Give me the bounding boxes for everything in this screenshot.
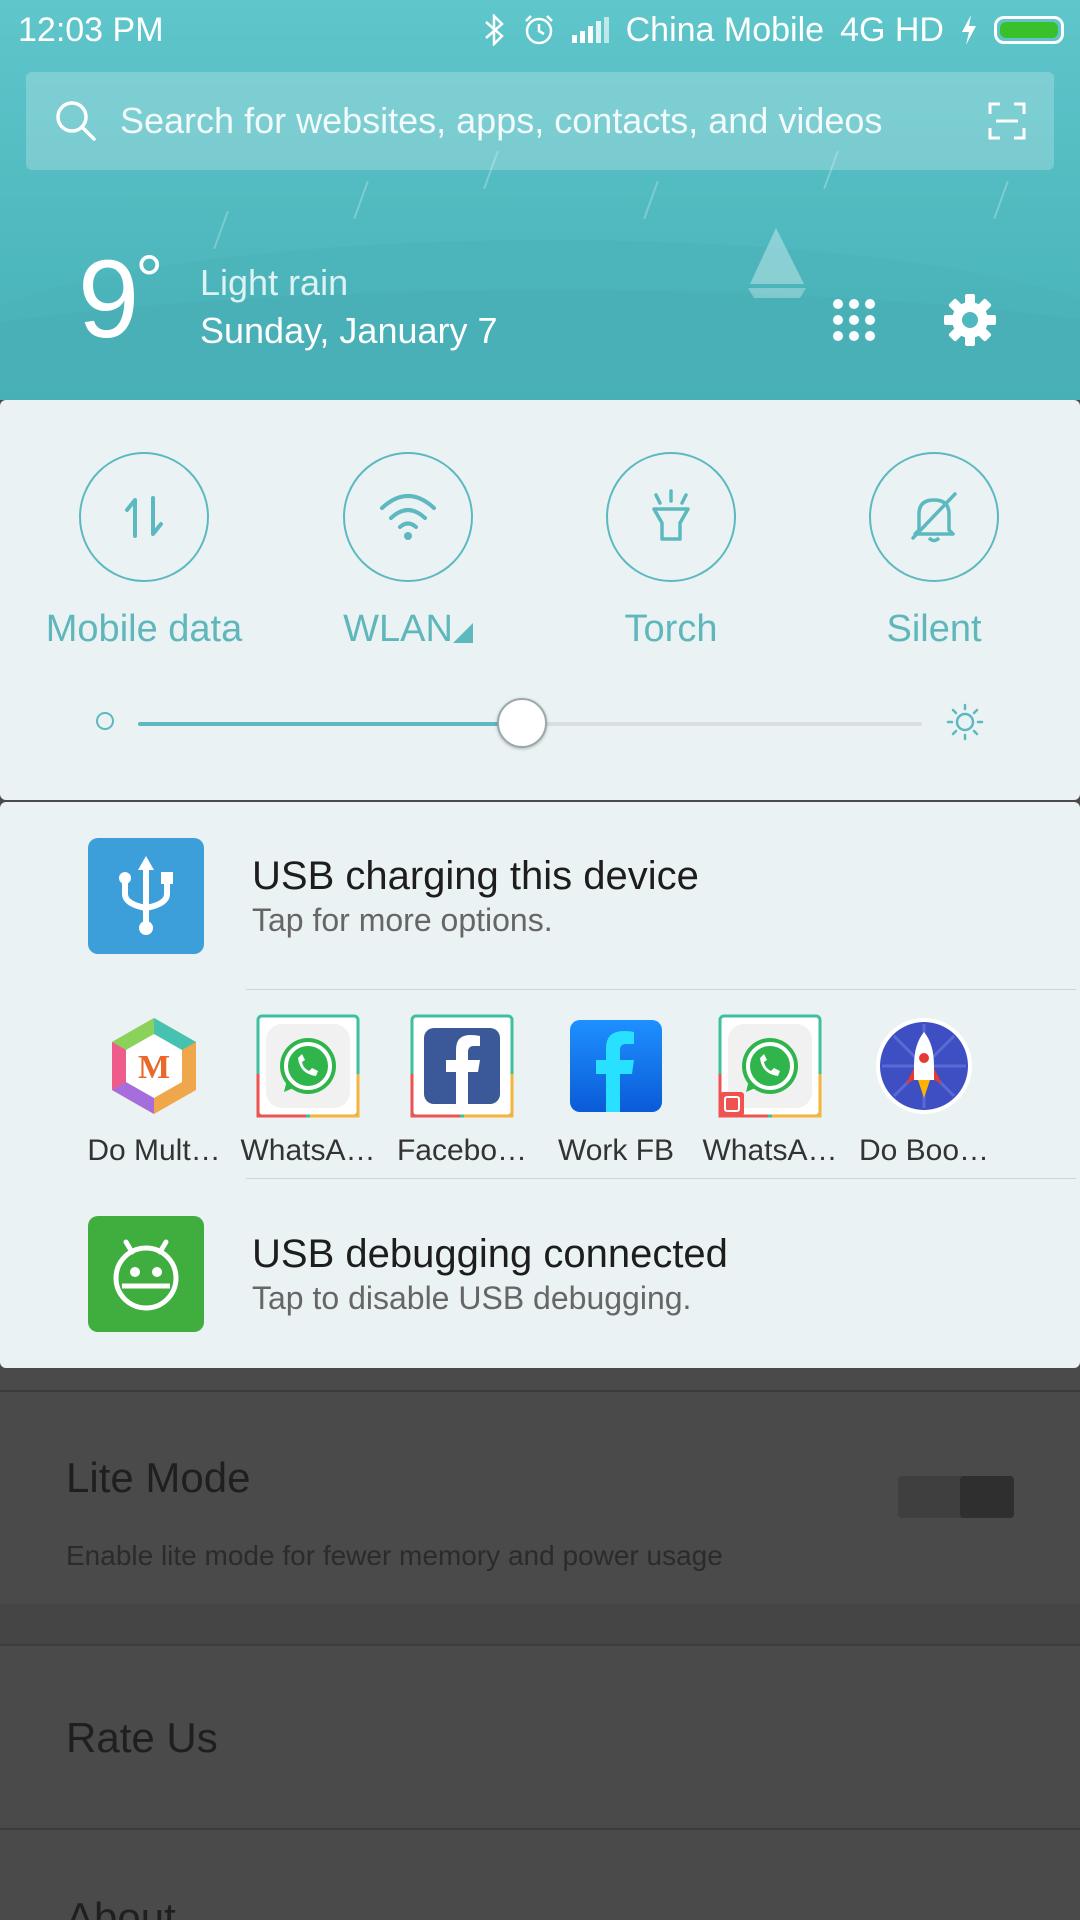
whatsapp-clone-icon	[718, 1014, 822, 1118]
temperature-value: 9	[78, 238, 139, 361]
app-whatsapp[interactable]: WhatsA…	[232, 1014, 384, 1168]
toggle-label: Torch	[624, 608, 718, 650]
app-grid-icon[interactable]	[832, 298, 876, 342]
gear-icon[interactable]	[942, 292, 998, 348]
rate-us-item[interactable]: Rate Us	[66, 1714, 218, 1762]
usb-icon-tile	[88, 838, 204, 954]
rain-streak	[993, 180, 1009, 220]
rain-streak	[643, 180, 659, 220]
app-label: WhatsA…	[240, 1134, 376, 1167]
app-work-fb[interactable]: Work FB	[540, 1014, 692, 1168]
brightness-low-icon	[96, 712, 114, 730]
lite-mode-title: Lite Mode	[66, 1454, 251, 1501]
expand-corner-icon	[452, 623, 473, 643]
toggle-silent[interactable]: Silent	[834, 452, 1034, 651]
notification-title: USB debugging connected	[252, 1232, 728, 1276]
whatsapp-icon	[256, 1014, 360, 1118]
brightness-high-icon	[946, 703, 984, 741]
bluetooth-icon	[484, 14, 504, 46]
do-multiple-accounts-icon: M	[102, 1014, 206, 1118]
search-bar[interactable]: Search for websites, apps, contacts, and…	[26, 72, 1054, 170]
mobile-data-icon	[125, 496, 163, 538]
battery-fill	[1000, 22, 1058, 38]
charging-icon	[962, 15, 976, 45]
torch-icon	[652, 489, 690, 541]
facebook-icon	[410, 1014, 514, 1118]
rain-streak	[353, 180, 369, 220]
app-label: Do Mult…	[87, 1134, 221, 1167]
app-label: Do Boo…	[858, 1134, 990, 1167]
app-label: Work FB	[557, 1134, 675, 1167]
quick-settings-panel: Mobile data WLAN Torch Silent	[0, 400, 1080, 800]
brightness-slider-thumb[interactable]	[497, 698, 548, 748]
brightness-slider-fill	[138, 722, 523, 726]
notification-usb-debugging[interactable]: USB debugging connected Tap to disable U…	[0, 1180, 1080, 1332]
lite-mode-description: Enable lite mode for fewer memory and po…	[66, 1540, 723, 1571]
toggle-circle[interactable]	[606, 452, 736, 582]
divider	[246, 1178, 1076, 1179]
status-bar: 12:03 PM China Mobile 4G HD	[0, 0, 1080, 60]
battery-icon	[994, 16, 1064, 44]
toggle-wlan[interactable]: WLAN	[308, 452, 508, 651]
signal-icon	[571, 17, 609, 43]
lite-mode-toggle[interactable]	[898, 1476, 1014, 1518]
notification-usb-charging[interactable]: USB charging this device Tap for more op…	[0, 802, 1080, 954]
divider	[0, 1644, 1080, 1646]
degree-symbol: °	[135, 241, 163, 319]
background-settings-screen: Lite Mode Enable lite mode for fewer mem…	[0, 1368, 1080, 1920]
app-label: WhatsA…	[702, 1134, 838, 1167]
app-facebook[interactable]: Facebo…	[386, 1014, 538, 1168]
toggle-label: Silent	[886, 608, 982, 650]
work-fb-icon	[564, 1014, 668, 1118]
toggle-mobile-data[interactable]: Mobile data	[44, 452, 244, 651]
divider	[0, 1390, 1080, 1392]
rain-streak	[213, 210, 229, 250]
alarm-icon	[524, 15, 553, 45]
toggle-label: Mobile data	[45, 608, 243, 650]
toggle-torch[interactable]: Torch	[571, 452, 771, 651]
app-do-booster[interactable]: Do Boo…	[848, 1014, 1000, 1168]
network-type: 4G HD	[840, 10, 944, 49]
toggle-circle[interactable]	[869, 452, 999, 582]
search-icon	[56, 101, 96, 141]
about-item[interactable]: About	[66, 1894, 176, 1920]
silent-bell-icon	[911, 492, 957, 543]
svg-text:M: M	[138, 1049, 170, 1086]
app-do-multiple[interactable]: M Do Mult…	[78, 1014, 230, 1168]
carrier-name: China Mobile	[625, 10, 825, 49]
search-input[interactable]: Search for websites, apps, contacts, and…	[120, 100, 988, 142]
status-time: 12:03 PM	[18, 10, 164, 49]
debug-icon-tile	[88, 1216, 204, 1332]
brightness-slider[interactable]	[138, 698, 922, 748]
brightness-control	[0, 698, 1080, 760]
toggle-knob	[960, 1476, 1014, 1518]
recent-apps-row: M Do Mult… WhatsA… Facebo… Work FB Whats…	[0, 1014, 1080, 1194]
weather-header: 12:03 PM China Mobile 4G HD Search for w…	[0, 0, 1080, 400]
header-wave	[0, 290, 1080, 400]
sailboat-icon	[748, 228, 806, 298]
notification-subtitle: Tap to disable USB debugging.	[252, 1280, 692, 1316]
section-gap	[0, 1604, 1080, 1644]
divider	[246, 989, 1076, 990]
scan-icon[interactable]	[988, 102, 1026, 140]
weather-date: Sunday, January 7	[200, 310, 498, 351]
notification-title: USB charging this device	[252, 854, 699, 898]
notification-panel: USB charging this device Tap for more op…	[0, 802, 1080, 1368]
divider	[0, 1828, 1080, 1830]
app-whatsapp-clone[interactable]: WhatsA…	[694, 1014, 846, 1168]
toggle-label-text: WLAN	[343, 608, 453, 650]
temperature: 9°	[78, 245, 163, 355]
android-debug-icon	[113, 1239, 179, 1311]
wifi-icon	[380, 494, 436, 540]
weather-condition: Light rain	[200, 262, 349, 303]
toggle-circle[interactable]	[343, 452, 473, 582]
toggle-circle[interactable]	[79, 452, 209, 582]
do-booster-icon	[872, 1014, 976, 1118]
notification-subtitle: Tap for more options.	[252, 902, 553, 938]
app-label: Facebo…	[396, 1134, 528, 1167]
usb-icon	[119, 856, 173, 935]
toggle-label: WLAN	[308, 608, 508, 651]
